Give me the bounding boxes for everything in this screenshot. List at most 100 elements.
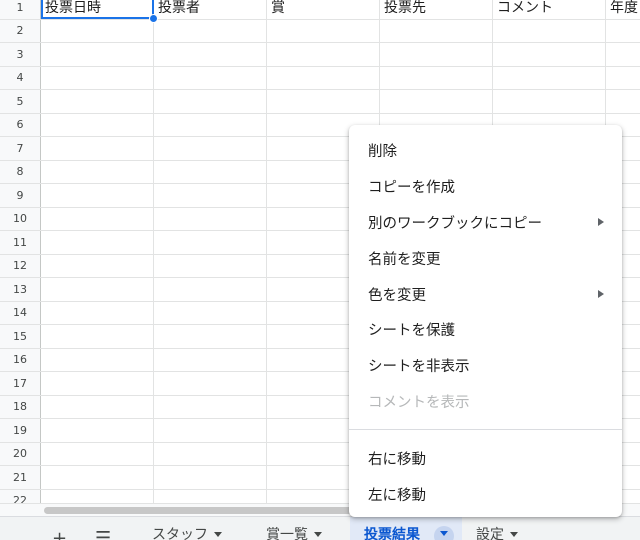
row-number[interactable]: 11: [0, 231, 41, 254]
grid-cell[interactable]: [606, 43, 640, 66]
grid-cell[interactable]: [267, 90, 380, 113]
row-number[interactable]: 3: [0, 43, 41, 66]
header-cell[interactable]: 投票先: [380, 0, 493, 19]
row-number[interactable]: 12: [0, 254, 41, 277]
grid-cell[interactable]: [154, 348, 267, 371]
grid-cell[interactable]: [154, 466, 267, 489]
header-cell[interactable]: 投票日時: [41, 0, 154, 19]
grid-cell[interactable]: [154, 419, 267, 442]
menu-item-hide-sheet[interactable]: シートを非表示: [349, 348, 622, 384]
row-number[interactable]: 21: [0, 466, 41, 489]
grid-cell[interactable]: [41, 231, 154, 254]
grid-cell[interactable]: [41, 442, 154, 465]
row-number[interactable]: 18: [0, 395, 41, 418]
grid-cell[interactable]: [154, 372, 267, 395]
grid-cell[interactable]: [41, 113, 154, 136]
row-number[interactable]: 2: [0, 19, 41, 42]
grid-cell[interactable]: [606, 67, 640, 90]
grid-cell[interactable]: [267, 19, 380, 42]
tab-awards[interactable]: 賞一覧: [266, 524, 322, 540]
tab-settings[interactable]: 設定: [476, 524, 518, 540]
row-number[interactable]: 22: [0, 489, 41, 503]
grid-cell[interactable]: [154, 137, 267, 160]
grid-cell[interactable]: [41, 184, 154, 207]
row-number[interactable]: 6: [0, 113, 41, 136]
grid-cell[interactable]: [493, 66, 606, 89]
row-number[interactable]: 19: [0, 419, 41, 442]
plus-icon[interactable]: +: [52, 528, 67, 540]
grid-cell[interactable]: [154, 66, 267, 89]
grid-cell[interactable]: [154, 301, 267, 324]
header-cell[interactable]: コメント: [493, 0, 606, 19]
grid-cell[interactable]: [41, 372, 154, 395]
tab-menu-button[interactable]: [434, 526, 454, 540]
grid-cell[interactable]: [41, 19, 154, 42]
grid-cell[interactable]: [493, 90, 606, 113]
row-number[interactable]: 1: [0, 0, 41, 19]
grid-cell[interactable]: [41, 207, 154, 230]
grid-cell[interactable]: [154, 395, 267, 418]
grid-cell[interactable]: [41, 419, 154, 442]
menu-item-delete[interactable]: 削除: [349, 133, 622, 169]
row-number[interactable]: 17: [0, 372, 41, 395]
grid-cell[interactable]: [154, 278, 267, 301]
grid-cell[interactable]: [154, 231, 267, 254]
grid-cell[interactable]: [41, 137, 154, 160]
grid-cell[interactable]: [493, 43, 606, 66]
menu-item-protect-sheet[interactable]: シートを保護: [349, 312, 622, 348]
grid-cell[interactable]: [41, 160, 154, 183]
grid-cell[interactable]: [41, 278, 154, 301]
grid-cell[interactable]: [267, 66, 380, 89]
menu-item-move-left[interactable]: 左に移動: [349, 476, 622, 512]
grid-cell[interactable]: [154, 43, 267, 66]
grid-cell[interactable]: [493, 19, 606, 42]
tab-vote-results[interactable]: 投票結果: [350, 517, 462, 540]
grid-cell[interactable]: [154, 113, 267, 136]
grid-cell[interactable]: [154, 325, 267, 348]
row-number[interactable]: 13: [0, 278, 41, 301]
row-number[interactable]: 15: [0, 325, 41, 348]
grid-cell[interactable]: [154, 19, 267, 42]
menu-item-change-color[interactable]: 色を変更: [349, 276, 622, 312]
grid-cell[interactable]: [41, 90, 154, 113]
grid-cell[interactable]: [41, 489, 154, 503]
row-number[interactable]: 14: [0, 301, 41, 324]
grid-cell[interactable]: [154, 254, 267, 277]
grid-cell[interactable]: [606, 20, 640, 43]
row-number[interactable]: 5: [0, 90, 41, 113]
grid-cell[interactable]: [41, 66, 154, 89]
grid-cell[interactable]: [380, 19, 493, 42]
header-cell[interactable]: 賞: [267, 0, 380, 19]
row-number[interactable]: 9: [0, 184, 41, 207]
grid-cell[interactable]: [606, 90, 640, 113]
header-cell[interactable]: 投票者: [154, 0, 267, 19]
grid-cell[interactable]: [154, 207, 267, 230]
grid-cell[interactable]: [154, 90, 267, 113]
grid-cell[interactable]: [154, 160, 267, 183]
grid-cell[interactable]: [41, 301, 154, 324]
grid-cell[interactable]: [41, 43, 154, 66]
menu-item-rename[interactable]: 名前を変更: [349, 240, 622, 276]
grid-cell[interactable]: [41, 348, 154, 371]
row-number[interactable]: 7: [0, 137, 41, 160]
grid-cell[interactable]: [154, 489, 267, 503]
grid-cell[interactable]: [41, 325, 154, 348]
row-number[interactable]: 16: [0, 348, 41, 371]
header-cell[interactable]: 年度: [606, 0, 640, 19]
row-number[interactable]: 20: [0, 442, 41, 465]
menu-item-move-right[interactable]: 右に移動: [349, 440, 622, 476]
grid-cell[interactable]: [154, 184, 267, 207]
grid-cell[interactable]: [380, 90, 493, 113]
row-number[interactable]: 8: [0, 160, 41, 183]
hamburger-icon[interactable]: ☰: [95, 528, 111, 540]
fill-handle[interactable]: [149, 14, 158, 23]
tab-staff[interactable]: スタッフ: [152, 524, 222, 540]
menu-item-copy-to[interactable]: 別のワークブックにコピー: [349, 205, 622, 241]
row-number[interactable]: 4: [0, 66, 41, 89]
grid-cell[interactable]: [380, 66, 493, 89]
grid-cell[interactable]: [41, 466, 154, 489]
grid-cell[interactable]: [267, 43, 380, 66]
grid-cell[interactable]: [380, 43, 493, 66]
grid-cell[interactable]: [41, 395, 154, 418]
grid-cell[interactable]: [154, 442, 267, 465]
